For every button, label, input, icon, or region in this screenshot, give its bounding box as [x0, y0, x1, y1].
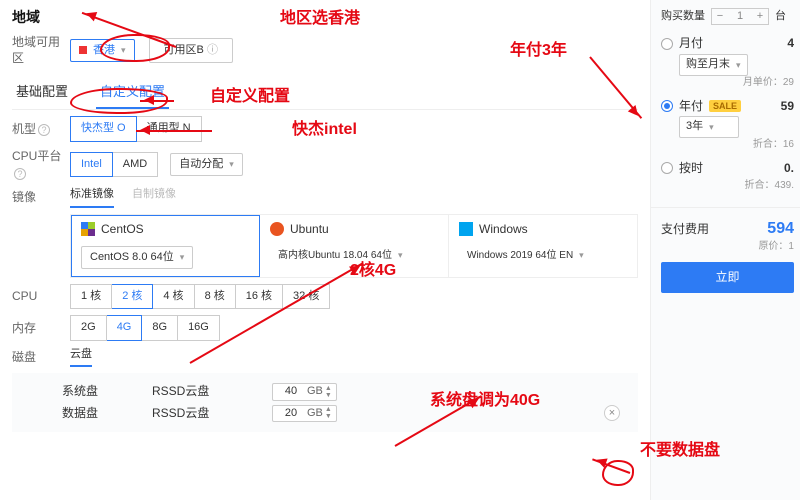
cpu-32[interactable]: 32 核	[283, 284, 330, 309]
os-ubuntu-ver[interactable]: 高内核Ubuntu 18.04 64位▾	[270, 246, 410, 266]
region-value: 香港	[93, 43, 115, 58]
zone-button[interactable]: 可用区B ⓘ	[149, 38, 233, 63]
cpuplat-intel[interactable]: Intel	[70, 152, 113, 177]
total-value: 594	[767, 218, 794, 240]
cpu-4[interactable]: 4 核	[153, 284, 194, 309]
cpu-8[interactable]: 8 核	[195, 284, 236, 309]
pay-hour-fine: 折合：439.	[661, 179, 794, 193]
disk-sys-size[interactable]: 40GB ▲▼	[272, 383, 337, 400]
mem-16g[interactable]: 16G	[178, 315, 220, 340]
os-centos[interactable]: CentOS CentOS 8.0 64位▾	[71, 215, 260, 277]
cpuplat-auto[interactable]: 自动分配▾	[170, 153, 243, 176]
image-custom-tab[interactable]: 自制镜像	[132, 187, 176, 207]
cpuplat-options: Intel AMD	[70, 152, 158, 177]
pay-year-fine: 折合：16	[661, 138, 794, 152]
pay-month[interactable]: 月付4	[661, 35, 794, 52]
pay-month-fine: 月单价：29	[661, 76, 794, 90]
qty-stepper[interactable]: −1+	[711, 8, 769, 25]
region-label: 地域可用区	[12, 34, 70, 68]
config-tabs: 基础配置 自定义配置	[12, 77, 638, 110]
model-options: 快杰型 O 通用型 N	[70, 116, 202, 141]
chevron-down-icon: ▾	[121, 44, 126, 57]
mem-options: 2G 4G 8G 16G	[70, 315, 220, 340]
pay-month-sel[interactable]: 购至月末▾	[679, 54, 748, 75]
disk-tab-cloud[interactable]: 云盘	[70, 347, 92, 367]
model-label: 机型?	[12, 121, 70, 138]
cpu-1[interactable]: 1 核	[70, 284, 112, 309]
mem-2g[interactable]: 2G	[70, 315, 107, 340]
os-ubuntu[interactable]: Ubuntu 高内核Ubuntu 18.04 64位▾	[260, 215, 449, 277]
cpu-label: CPU	[12, 288, 70, 305]
section-region: 地域	[12, 8, 638, 28]
disk-sys-type: RSSD云盘	[152, 383, 242, 400]
cpuplat-label: CPU平台?	[12, 148, 70, 182]
os-centos-ver[interactable]: CentOS 8.0 64位▾	[81, 246, 193, 269]
disk-sys-label: 系统盘	[62, 383, 122, 400]
cpu-2[interactable]: 2 核	[112, 284, 153, 309]
model-opt-n[interactable]: 通用型 N	[137, 116, 202, 141]
disk-label: 磁盘	[12, 349, 70, 366]
qty-unit: 台	[775, 9, 786, 24]
disk-data-remove[interactable]: ×	[604, 405, 620, 421]
mem-4g[interactable]: 4G	[107, 315, 143, 340]
disk-data-row: 数据盘 RSSD云盘 20GB ▲▼ ×	[62, 405, 638, 422]
disk-sys-row: 系统盘 RSSD云盘 40GB ▲▼	[62, 383, 638, 400]
cpu-16[interactable]: 16 核	[236, 284, 283, 309]
mem-8g[interactable]: 8G	[142, 315, 178, 340]
pay-year-sel[interactable]: 3年▾	[679, 116, 739, 137]
windows-icon	[459, 222, 473, 236]
total-orig: 原价：1	[661, 240, 794, 254]
pay-hour[interactable]: 按时0.	[661, 160, 794, 177]
cpu-options: 1 核 2 核 4 核 8 核 16 核 32 核	[70, 284, 330, 309]
cpuplat-amd[interactable]: AMD	[113, 152, 158, 177]
qty-label: 购买数量	[661, 9, 705, 24]
sale-badge: SALE	[709, 100, 741, 113]
os-windows-ver[interactable]: Windows 2019 64位 EN▾	[459, 246, 592, 266]
buy-button[interactable]: 立即	[661, 262, 794, 293]
ubuntu-icon	[270, 222, 284, 236]
pay-year[interactable]: 年付SALE59	[661, 98, 794, 115]
image-std-tab[interactable]: 标准镜像	[70, 187, 114, 207]
os-cards: CentOS CentOS 8.0 64位▾ Ubuntu 高内核Ubuntu …	[70, 214, 638, 278]
os-windows[interactable]: Windows Windows 2019 64位 EN▾	[449, 215, 637, 277]
info-icon: ⓘ	[207, 43, 218, 58]
disk-data-type: RSSD云盘	[152, 405, 242, 422]
region-dropdown[interactable]: 香港 ▾	[70, 39, 135, 62]
centos-icon	[81, 222, 95, 236]
region-flag-icon	[79, 46, 87, 54]
tab-custom[interactable]: 自定义配置	[96, 77, 169, 109]
disk-data-label: 数据盘	[62, 405, 122, 422]
model-opt-o[interactable]: 快杰型 O	[70, 116, 137, 141]
tab-basic[interactable]: 基础配置	[12, 77, 72, 109]
image-label: 镜像	[12, 189, 70, 206]
total-label: 支付费用	[661, 221, 709, 238]
disk-data-size[interactable]: 20GB ▲▼	[272, 405, 337, 422]
mem-label: 内存	[12, 320, 70, 337]
